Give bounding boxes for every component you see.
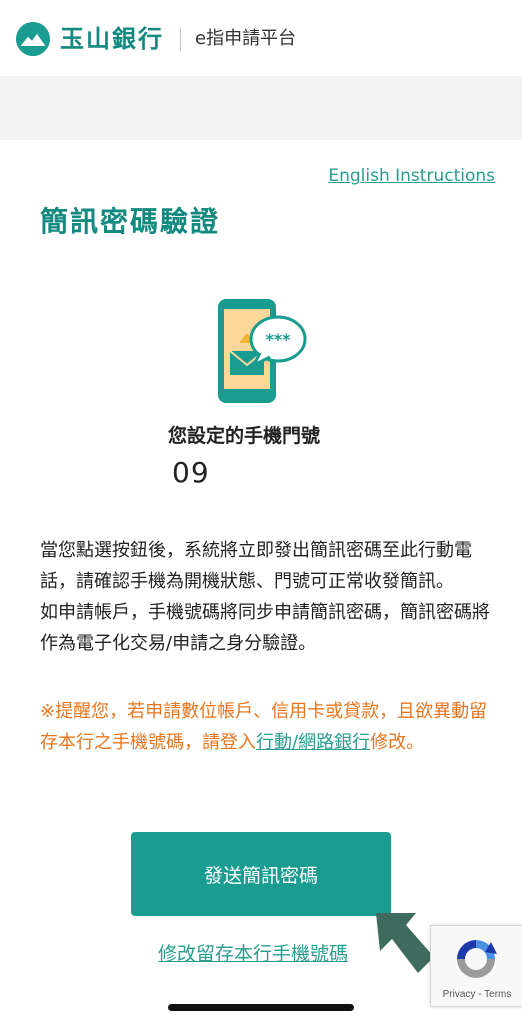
recaptcha-privacy-terms[interactable]: Privacy - Terms	[431, 989, 522, 1000]
esun-logo-icon	[16, 22, 50, 56]
page-title: 簡訊密碼驗證	[40, 205, 221, 238]
header-divider	[180, 27, 181, 51]
reminder-text: ※提醒您，若申請數位帳戶、信用卡或貸款，且欲異動留存本行之手機號碼，請登入行動/…	[40, 696, 490, 758]
platform-name: e指申請平台	[195, 28, 297, 49]
recaptcha-badge[interactable]: Privacy - Terms	[430, 925, 522, 1007]
instruction-text: 當您點選按鈕後，系統將立即發出簡訊密碼至此行動電話，請確認手機為開機狀態、門號可…	[40, 535, 490, 659]
phone-number-value: 09	[172, 456, 210, 489]
gray-banner	[0, 76, 522, 140]
send-sms-otp-button[interactable]: 發送簡訊密碼	[131, 832, 391, 916]
phone-number-label: 您設定的手機門號	[168, 425, 321, 447]
instruction-paragraph-1: 當您點選按鈕後，系統將立即發出簡訊密碼至此行動電話，請確認手機為開機狀態、門號可…	[40, 540, 472, 592]
modify-phone-number-link[interactable]: 修改留存本行手機號碼	[158, 939, 348, 966]
online-banking-link[interactable]: 網路銀行	[298, 732, 370, 753]
english-instructions-link[interactable]: English Instructions	[328, 166, 495, 186]
pointer-arrow-icon	[376, 913, 434, 973]
recaptcha-icon	[457, 940, 497, 978]
home-indicator[interactable]	[168, 1004, 354, 1011]
reminder-suffix: 修改。	[370, 732, 425, 753]
mobile-banking-link[interactable]: 行動	[256, 732, 292, 753]
svg-text:***: ***	[265, 330, 291, 349]
app-header: 玉山銀行 e指申請平台	[0, 0, 522, 76]
phone-sms-icon: ***	[218, 299, 307, 403]
instruction-paragraph-2: 如申請帳戶，手機號碼將同步申請簡訊密碼，簡訊密碼將作為電子化交易/申請之身分驗證…	[40, 602, 490, 654]
brand-name: 玉山銀行	[60, 25, 164, 53]
